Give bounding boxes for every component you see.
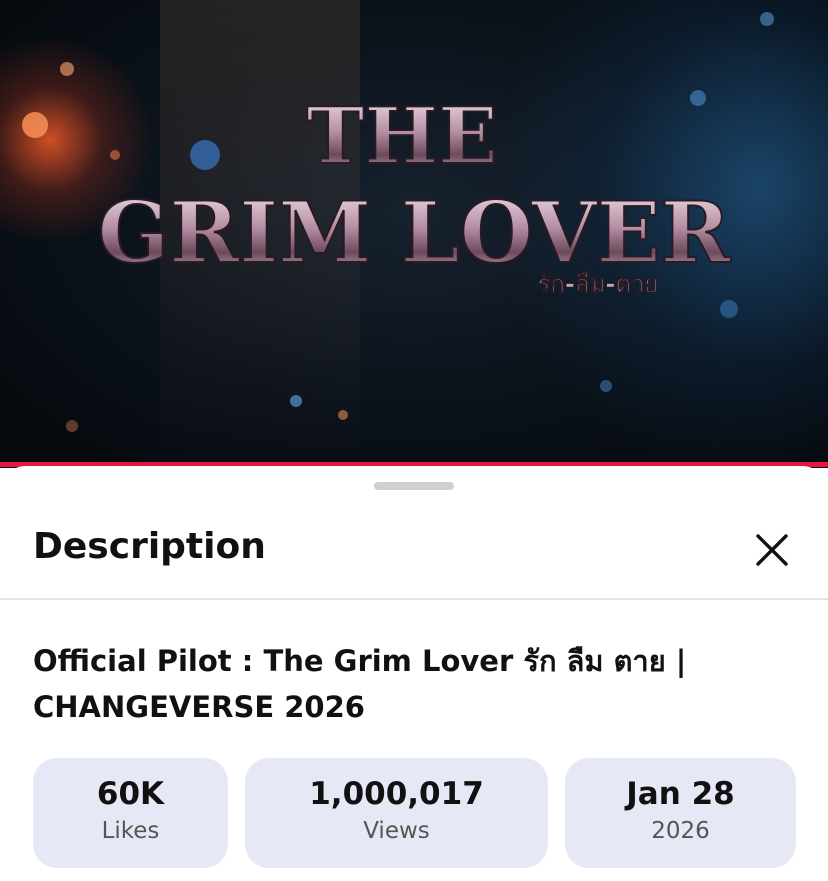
drag-handle[interactable] bbox=[374, 482, 454, 490]
description-sheet: Description Official Pilot : The Grim Lo… bbox=[0, 466, 828, 881]
views-count: 1,000,017 bbox=[309, 776, 484, 812]
video-player[interactable]: THE GRIM LOVER รัก-ลืม-ตาย bbox=[0, 0, 828, 468]
sheet-header: Description bbox=[0, 516, 828, 600]
logo-line-grim-lover: GRIM LOVER bbox=[98, 183, 732, 282]
close-icon bbox=[756, 534, 788, 566]
views-card: 1,000,017 Views bbox=[245, 758, 548, 868]
views-label: Views bbox=[363, 818, 430, 844]
publish-date: Jan 28 bbox=[626, 776, 735, 812]
likes-label: Likes bbox=[101, 818, 160, 844]
date-card: Jan 28 2026 bbox=[565, 758, 796, 868]
close-button[interactable] bbox=[752, 530, 792, 570]
publish-year: 2026 bbox=[651, 818, 710, 844]
logo-line-the: THE bbox=[306, 91, 497, 182]
logo-thai-subtitle: รัก-ลืม-ตาย bbox=[538, 270, 659, 298]
sheet-title: Description bbox=[33, 526, 266, 567]
video-title-line: Official Pilot : The Grim Lover รัก ลืม … bbox=[33, 644, 687, 678]
video-title-line: CHANGEVERSE 2026 bbox=[33, 690, 365, 724]
video-title: Official Pilot : The Grim Lover รัก ลืม … bbox=[33, 638, 803, 730]
likes-count: 60K bbox=[96, 776, 165, 812]
show-logo: THE GRIM LOVER รัก-ลืม-ตาย bbox=[97, 90, 733, 298]
likes-card: 60K Likes bbox=[33, 758, 228, 868]
